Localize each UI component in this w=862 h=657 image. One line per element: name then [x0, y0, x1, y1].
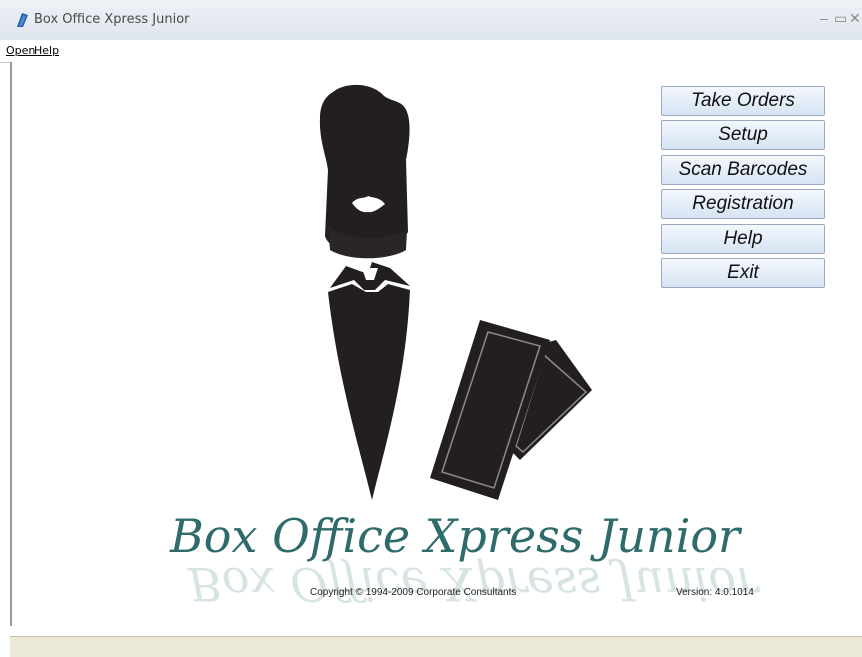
app-window: Box Office Xpress Junior – ▭ ✕ Open Help [0, 0, 862, 657]
scan-barcodes-button[interactable]: Scan Barcodes [661, 155, 825, 185]
status-bar [10, 636, 862, 657]
help-button[interactable]: Help [661, 224, 825, 254]
logo-text-reflection: Box Office Xpress Junior [187, 557, 761, 611]
tuxedo-figure [319, 84, 410, 500]
logo-text: Box Office Xpress Junior [169, 509, 743, 563]
version-text: Version: 4.0.1014 [676, 587, 754, 598]
setup-button[interactable]: Setup [661, 120, 825, 150]
tickets-graphic [430, 320, 592, 500]
copyright-text: Copyright © 1994-2009 Corporate Consulta… [310, 587, 517, 598]
exit-button[interactable]: Exit [661, 258, 825, 288]
registration-button[interactable]: Registration [661, 189, 825, 219]
take-orders-button[interactable]: Take Orders [661, 86, 825, 116]
